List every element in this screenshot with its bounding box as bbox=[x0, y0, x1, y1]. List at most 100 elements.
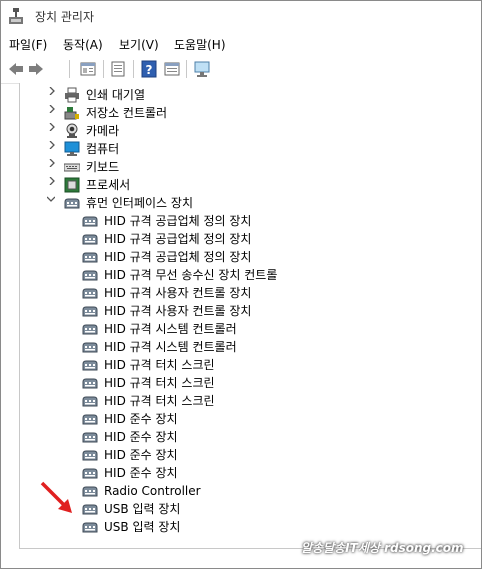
hid-device-item[interactable]: HID 규격 무선 송수신 장치 컨트롤 bbox=[20, 266, 460, 284]
computer-icon bbox=[64, 141, 80, 156]
hid-device-item[interactable]: HID 규격 터치 스크린 bbox=[20, 374, 460, 392]
hid-device-item[interactable]: HID 준수 장치 bbox=[20, 410, 460, 428]
hid-device-icon bbox=[82, 414, 98, 425]
menu-action[interactable]: 동작(A) bbox=[63, 36, 103, 53]
hid-device-item[interactable]: HID 규격 사용자 컨트롤 장치 bbox=[20, 284, 460, 302]
tree-item-print-queues[interactable]: 인쇄 대기열 bbox=[20, 86, 460, 104]
hid-device-label: HID 준수 장치 bbox=[104, 430, 178, 444]
hid-device-label: USB 입력 장치 bbox=[104, 502, 181, 516]
hid-device-label: HID 규격 사용자 컨트롤 장치 bbox=[104, 286, 252, 300]
hid-device-label: HID 규격 사용자 컨트롤 장치 bbox=[104, 304, 252, 318]
tree-item-processors[interactable]: 프로세서 bbox=[20, 176, 460, 194]
hid-device-icon bbox=[82, 450, 98, 461]
tree-item-label: 저장소 컨트롤러 bbox=[86, 106, 168, 120]
hid-device-icon bbox=[82, 360, 98, 371]
hid-icon bbox=[64, 198, 80, 209]
hid-device-icon bbox=[82, 378, 98, 389]
keyboard-icon bbox=[64, 163, 80, 172]
device-manager-window: 장치 관리자 파일(F) 동작(A) 보기(V) 도움말(H) ? 인쇄 대기열… bbox=[0, 0, 482, 569]
hid-device-item[interactable]: HID 규격 공급업체 정의 장치 bbox=[20, 230, 460, 248]
chevron-right-icon[interactable] bbox=[48, 87, 56, 95]
toolbar-separator bbox=[186, 60, 187, 78]
help-icon[interactable]: ? bbox=[140, 60, 158, 78]
device-tree: 인쇄 대기열 저장소 컨트롤러 카메라 컴퓨터 키보드 프로세서 휴먼 인터페이… bbox=[19, 83, 481, 549]
toolbar-separator bbox=[103, 60, 104, 78]
hid-device-item[interactable]: HID 준수 장치 bbox=[20, 446, 460, 464]
menu-bar: 파일(F) 동작(A) 보기(V) 도움말(H) bbox=[1, 32, 481, 54]
svg-text:?: ? bbox=[146, 63, 153, 77]
hid-device-icon bbox=[82, 288, 98, 299]
hid-device-label: HID 준수 장치 bbox=[104, 448, 178, 462]
tree-item-computer[interactable]: 컴퓨터 bbox=[20, 140, 460, 158]
back-icon[interactable] bbox=[7, 60, 25, 78]
hid-device-item[interactable]: USB 입력 장치 bbox=[20, 518, 460, 536]
tree-item-storage-controllers[interactable]: 저장소 컨트롤러 bbox=[20, 104, 460, 122]
hid-device-icon bbox=[82, 324, 98, 335]
annotation-arrow bbox=[40, 481, 72, 513]
tree-item-label: 프로세서 bbox=[86, 178, 131, 192]
watermark: 알송달송IT세상 rdsong.com bbox=[301, 541, 464, 555]
hid-device-item[interactable]: Radio Controller bbox=[20, 482, 460, 500]
hid-device-label: HID 준수 장치 bbox=[104, 466, 178, 480]
processor-icon bbox=[64, 177, 80, 193]
hid-device-item[interactable]: HID 규격 공급업체 정의 장치 bbox=[20, 248, 460, 266]
chevron-right-icon[interactable] bbox=[48, 141, 56, 149]
hid-device-icon bbox=[82, 522, 98, 533]
chevron-right-icon[interactable] bbox=[48, 159, 56, 167]
hid-device-icon bbox=[82, 486, 98, 497]
hid-device-icon bbox=[82, 270, 98, 281]
tree-item-label: 휴먼 인터페이스 장치 bbox=[86, 196, 193, 210]
hid-device-label: HID 규격 터치 스크린 bbox=[104, 394, 215, 408]
hid-device-label: HID 규격 무선 송수신 장치 컨트롤 bbox=[104, 268, 278, 282]
show-hidden-icon[interactable] bbox=[109, 60, 127, 78]
tree-item-label: 카메라 bbox=[86, 124, 120, 138]
hid-device-label: HID 규격 터치 스크린 bbox=[104, 358, 215, 372]
hid-device-icon bbox=[82, 396, 98, 407]
menu-help[interactable]: 도움말(H) bbox=[174, 36, 226, 53]
hid-device-item[interactable]: HID 규격 사용자 컨트롤 장치 bbox=[20, 302, 460, 320]
hid-device-label: HID 준수 장치 bbox=[104, 412, 178, 426]
camera-icon bbox=[66, 123, 78, 138]
toolbar: ? bbox=[1, 55, 481, 84]
hid-device-item[interactable]: HID 규격 터치 스크린 bbox=[20, 392, 460, 410]
tree-item-keyboards[interactable]: 키보드 bbox=[20, 158, 460, 176]
hid-device-label: Radio Controller bbox=[104, 484, 201, 498]
chevron-right-icon[interactable] bbox=[48, 177, 56, 185]
tree-item-label: 인쇄 대기열 bbox=[86, 88, 146, 102]
hid-device-item[interactable]: HID 규격 시스템 컨트롤러 bbox=[20, 338, 460, 356]
tree-item-cameras[interactable]: 카메라 bbox=[20, 122, 460, 140]
hid-device-label: HID 규격 시스템 컨트롤러 bbox=[104, 340, 237, 354]
hid-device-icon bbox=[82, 216, 98, 227]
hid-device-item[interactable]: USB 입력 장치 bbox=[20, 500, 460, 518]
hid-device-label: HID 규격 터치 스크린 bbox=[104, 376, 215, 390]
menu-view[interactable]: 보기(V) bbox=[119, 36, 159, 53]
properties-icon[interactable] bbox=[79, 60, 97, 78]
hid-device-item[interactable]: HID 규격 터치 스크린 bbox=[20, 356, 460, 374]
chevron-right-icon[interactable] bbox=[48, 105, 56, 113]
window-title: 장치 관리자 bbox=[35, 10, 95, 24]
chevron-right-icon[interactable] bbox=[48, 123, 56, 131]
hid-device-item[interactable]: HID 규격 시스템 컨트롤러 bbox=[20, 320, 460, 338]
hid-device-icon bbox=[82, 342, 98, 353]
toolbar-separator bbox=[133, 60, 134, 78]
printer-icon bbox=[65, 87, 79, 103]
hid-device-item[interactable]: HID 규격 공급업체 정의 장치 bbox=[20, 212, 460, 230]
hid-device-item[interactable]: HID 준수 장치 bbox=[20, 428, 460, 446]
hid-device-item[interactable]: HID 준수 장치 bbox=[20, 464, 460, 482]
device-manager-app-icon bbox=[9, 8, 23, 24]
forward-icon[interactable] bbox=[27, 60, 45, 78]
hid-device-label: HID 규격 공급업체 정의 장치 bbox=[104, 250, 252, 264]
title-bar: 장치 관리자 bbox=[1, 1, 481, 32]
hid-device-icon bbox=[82, 504, 98, 515]
view-icon[interactable] bbox=[163, 60, 181, 78]
tree-item-human-interface-devices[interactable]: 휴먼 인터페이스 장치 bbox=[20, 194, 460, 212]
hid-device-icon bbox=[82, 252, 98, 263]
hid-device-icon bbox=[82, 234, 98, 245]
chevron-down-icon[interactable] bbox=[47, 195, 55, 203]
toolbar-separator bbox=[69, 60, 70, 78]
menu-file[interactable]: 파일(F) bbox=[9, 36, 47, 53]
hid-device-label: HID 규격 공급업체 정의 장치 bbox=[104, 232, 252, 246]
hid-device-icon bbox=[82, 468, 98, 479]
monitor-icon[interactable] bbox=[193, 60, 211, 78]
storage-controller-icon bbox=[64, 107, 79, 120]
